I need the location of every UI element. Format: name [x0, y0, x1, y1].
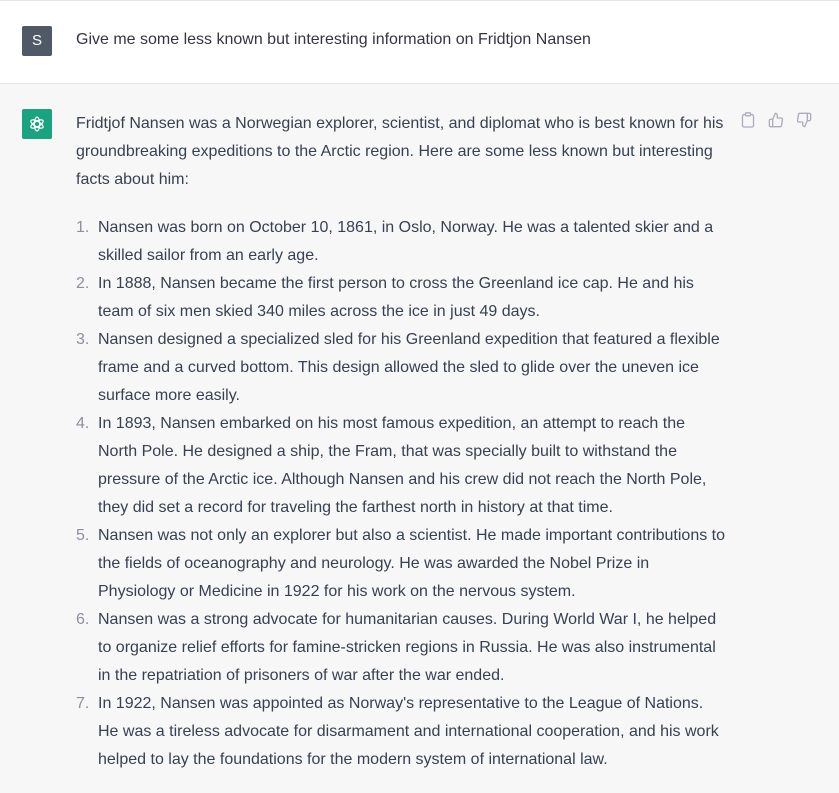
- facts-list: 1. Nansen was born on October 10, 1861, i…: [76, 214, 728, 774]
- list-item: 2. In 1888, Nansen became the first perso…: [76, 270, 728, 326]
- list-item: 7. In 1922, Nansen was appointed as Norwa…: [76, 690, 728, 774]
- message-actions: [740, 112, 812, 128]
- user-message-text: Give me some less known but interesting …: [76, 31, 591, 48]
- user-message-row: S Give me some less known but interestin…: [0, 0, 839, 84]
- list-item: 6. Nansen was a strong advocate for human…: [76, 606, 728, 690]
- like-button[interactable]: [768, 112, 784, 128]
- clipboard-icon: [741, 112, 755, 128]
- list-number: 5.: [76, 527, 90, 544]
- list-number: 2.: [76, 275, 90, 292]
- list-number: 3.: [76, 331, 90, 348]
- list-item-text: In 1888, Nansen became the first person …: [98, 275, 694, 320]
- dislike-button[interactable]: [796, 112, 812, 128]
- openai-logo-icon: [22, 109, 52, 139]
- list-item-text: Nansen designed a specialized sled for h…: [98, 331, 720, 404]
- list-item: 1. Nansen was born on October 10, 1861, i…: [76, 214, 728, 270]
- list-number: 7.: [76, 695, 90, 712]
- assistant-message-row: Fridtjof Nansen was a Norwegian explorer…: [0, 84, 839, 793]
- list-item-text: Nansen was not only an explorer but also…: [98, 527, 725, 600]
- list-item-text: Nansen was a strong advocate for humanit…: [98, 611, 717, 684]
- thumbs-down-icon: [796, 112, 812, 128]
- list-item: 5. Nansen was not only an explorer but al…: [76, 522, 728, 606]
- user-avatar: S: [22, 26, 52, 56]
- list-number: 1.: [76, 219, 90, 236]
- list-item-text: Nansen was born on October 10, 1861, in …: [98, 219, 714, 264]
- list-item: 3. Nansen designed a specialized sled for…: [76, 326, 728, 410]
- response-intro: Fridtjof Nansen was a Norwegian explorer…: [76, 115, 724, 188]
- list-number: 6.: [76, 611, 90, 628]
- thumbs-up-icon: [768, 112, 784, 128]
- list-item: 4. In 1893, Nansen embarked on his most f…: [76, 410, 728, 522]
- list-item-text: In 1893, Nansen embarked on his most fam…: [98, 415, 707, 516]
- list-number: 4.: [76, 415, 90, 432]
- assistant-response: Fridtjof Nansen was a Norwegian explorer…: [76, 110, 728, 774]
- list-item-text: In 1922, Nansen was appointed as Norway'…: [98, 695, 719, 768]
- copy-button[interactable]: [740, 112, 756, 128]
